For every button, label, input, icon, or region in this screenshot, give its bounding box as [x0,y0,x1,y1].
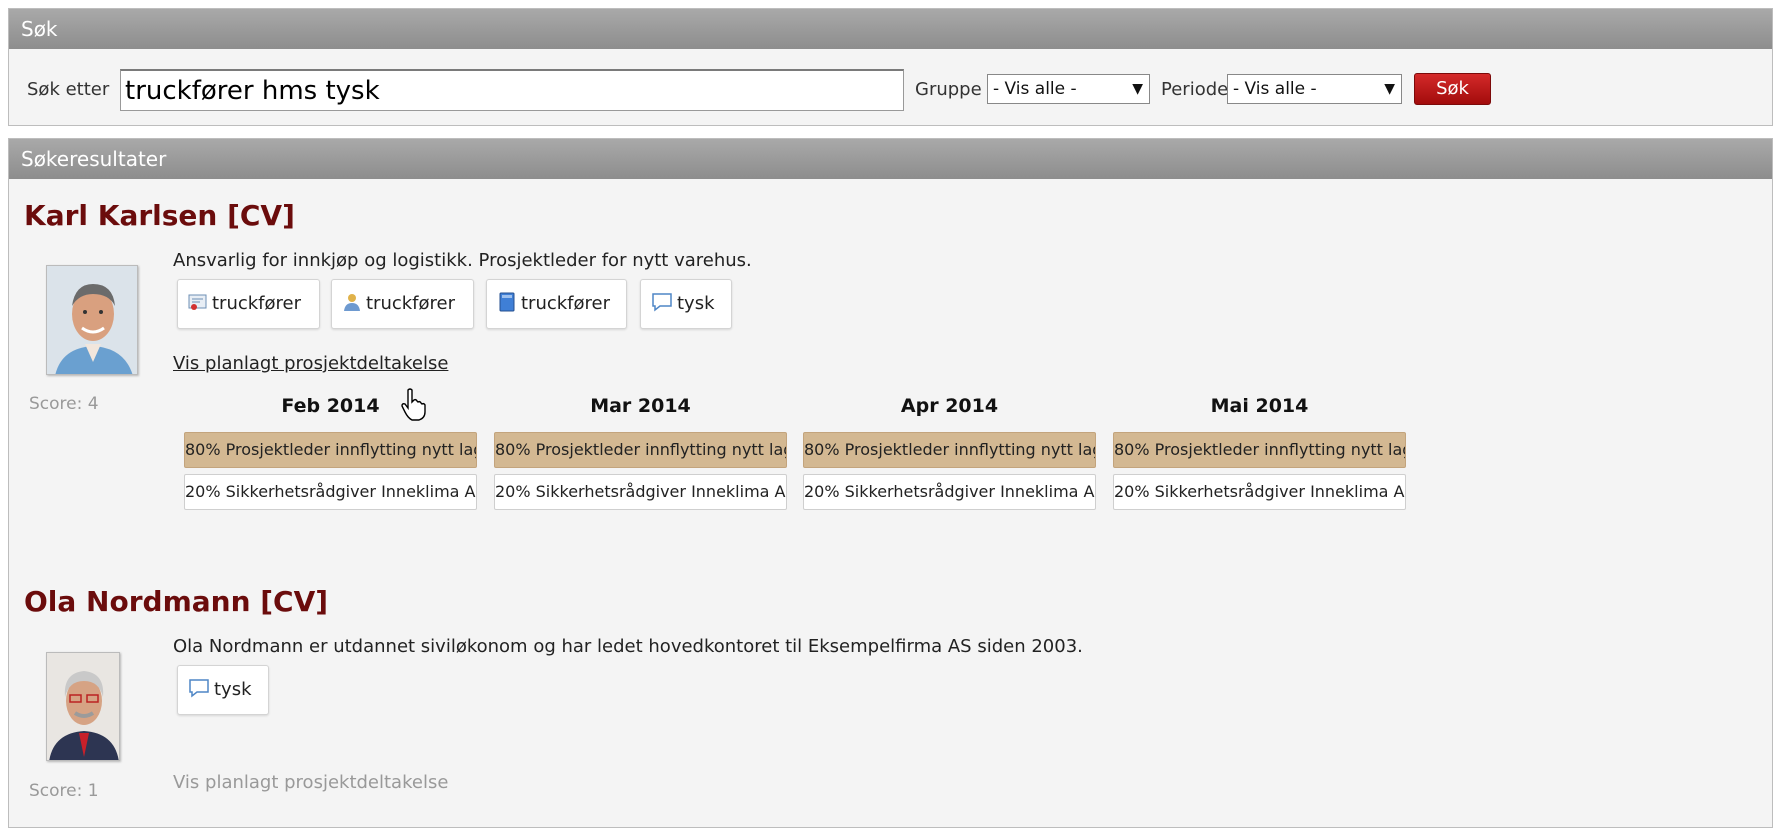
show-planned-participation-link[interactable]: Vis planlagt prosjektdeltakelse [173,772,448,793]
dropdown-arrow-icon: ▼ [1132,81,1143,97]
group-select-value: - Vis alle - [993,79,1077,99]
allocation-secondary: 20% Sikkerhetsrådgiver Inneklima AS [803,474,1096,510]
tag-label: tysk [677,293,715,314]
month-column: Apr 2014 80% Prosjektleder innflytting n… [803,394,1096,510]
allocation-primary: 80% Prosjektleder innflytting nytt lager [1113,432,1406,468]
tag-person-truckforer[interactable]: truckfører [331,279,474,329]
group-label: Gruppe [915,79,982,100]
tag-label: tysk [214,679,252,700]
tag-language-tysk[interactable]: tysk [640,279,732,329]
month-column: Feb 2014 80% Prosjektleder innflytting n… [184,394,477,510]
search-form: Søk etter Gruppe - Vis alle - ▼ Periode … [9,67,1772,115]
tag-certificate-truckforer[interactable]: truckfører [177,279,320,329]
speech-bubble-icon [652,293,672,312]
show-planned-participation-link[interactable]: Vis planlagt prosjektdeltakelse [173,353,448,374]
search-panel-title: Søk [9,9,1772,49]
person-description: Ola Nordmann er utdannet siviløkonom og … [173,636,1083,657]
person-name-link[interactable]: Ola Nordmann [CV] [24,585,328,618]
period-select[interactable]: - Vis alle - ▼ [1227,74,1402,104]
month-label: Feb 2014 [281,395,380,417]
month-label: Mai 2014 [1210,395,1309,417]
person-photo [46,652,120,761]
search-panel: Søk Søk etter Gruppe - Vis alle - ▼ Peri… [8,8,1773,126]
allocation-primary: 80% Prosjektleder innflytting nytt lager [494,432,787,468]
month-label: Mar 2014 [590,395,691,417]
month-column: Mar 2014 80% Prosjektleder innflytting n… [494,394,787,510]
month-column: Mai 2014 80% Prosjektleder innflytting n… [1113,394,1406,510]
tag-label: truckfører [521,293,611,314]
results-panel: Søkeresultater Karl Karlsen [CV] Score: … [8,138,1773,828]
book-icon [499,292,515,312]
period-select-value: - Vis alle - [1233,79,1317,99]
tag-language-tysk[interactable]: tysk [177,665,269,715]
person-score: Score: 4 [29,394,99,414]
allocation-primary: 80% Prosjektleder innflytting nytt lager [803,432,1096,468]
month-label: Apr 2014 [900,395,999,417]
results-panel-title: Søkeresultater [9,139,1772,179]
tag-book-truckforer[interactable]: truckfører [486,279,627,329]
certificate-icon [188,294,207,310]
dropdown-arrow-icon: ▼ [1384,81,1395,97]
allocation-primary: 80% Prosjektleder innflytting nytt lager [184,432,477,468]
search-input[interactable] [120,69,904,111]
person-name-link[interactable]: Karl Karlsen [CV] [24,199,295,232]
person-photo [46,265,138,375]
group-select[interactable]: - Vis alle - ▼ [987,74,1150,104]
hand-pointer-cursor-icon [401,388,426,421]
person-description: Ansvarlig for innkjøp og logistikk. Pros… [173,250,752,271]
tag-label: truckfører [212,293,302,314]
tag-label: truckfører [366,293,456,314]
person-score: Score: 1 [29,781,99,801]
allocation-secondary: 20% Sikkerhetsrådgiver Inneklima AS [1113,474,1406,510]
speech-bubble-icon [189,679,209,698]
search-button[interactable]: Søk [1414,73,1491,105]
search-query-label: Søk etter [27,79,110,100]
person-icon [344,294,360,311]
allocation-secondary: 20% Sikkerhetsrådgiver Inneklima AS [184,474,477,510]
period-label: Periode [1161,79,1229,100]
allocation-secondary: 20% Sikkerhetsrådgiver Inneklima AS [494,474,787,510]
